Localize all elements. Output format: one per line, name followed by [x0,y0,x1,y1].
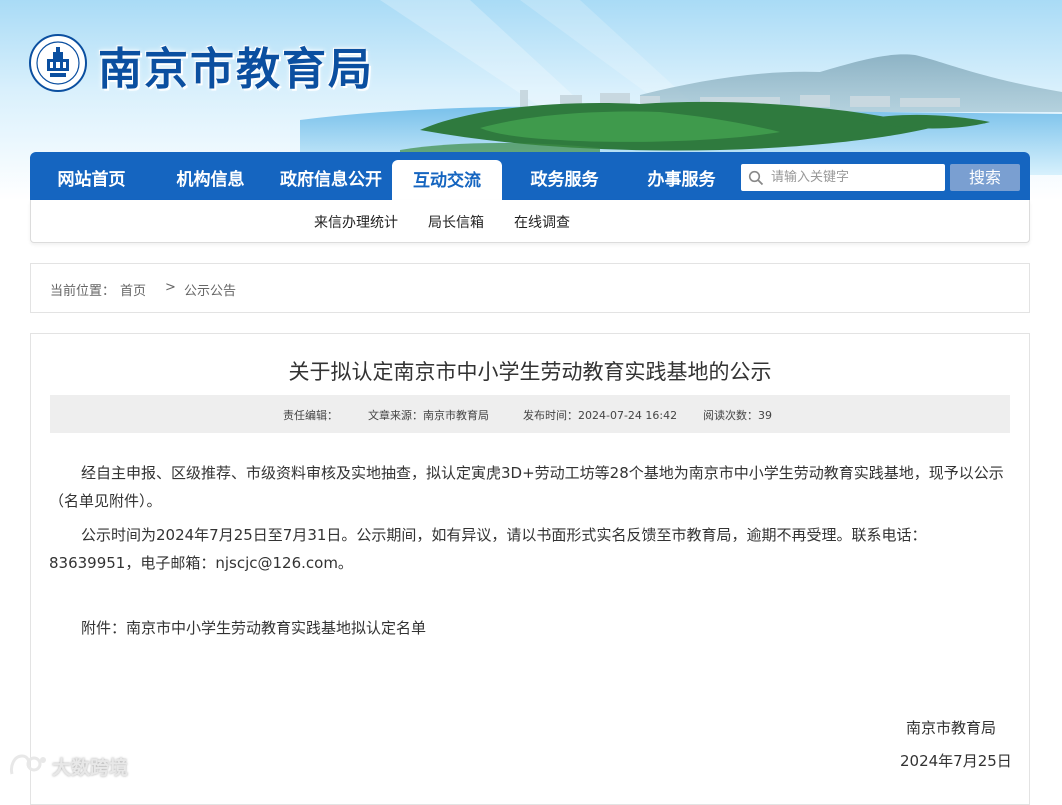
meta-editor: 责任编辑： [283,409,338,422]
nav-item-organization[interactable]: 机构信息 [153,152,268,200]
nav-item-home[interactable]: 网站首页 [30,152,153,200]
article-title: 关于拟认定南京市中小学生劳动教育实践基地的公示 [288,360,772,384]
main-navigation: 网站首页 机构信息 政府信息公开 互动交流 政务服务 办事服务 搜索 来信办理统… [30,152,1030,244]
nav-item-interaction[interactable]: 互动交流 [392,160,502,200]
nav-bar: 网站首页 机构信息 政府信息公开 互动交流 政务服务 办事服务 搜索 [30,152,1030,200]
subnav-item-letter-stats[interactable]: 来信办理统计 [314,212,398,232]
site-title: 南京市教育局 [98,44,374,95]
search-input[interactable] [771,164,941,191]
sub-navigation: 来信办理统计 局长信箱 在线调查 [30,200,1030,243]
article-panel: 关于拟认定南京市中小学生劳动教育实践基地的公示 责任编辑： 文章来源：南京市教育… [30,333,1030,805]
attachment-link[interactable]: 南京市中小学生劳动教育实践基地拟认定名单 [126,619,426,637]
meta-publish-time: 发布时间：2024-07-24 16:42 [523,409,678,422]
signature-date: 2024年7月25日 [900,752,1012,770]
search-box [741,164,945,191]
article-paragraph-1: 经自主申报、区级推荐、市级资料审核及实地抽查，拟认定寅虎3D+劳动工坊等28个基… [49,464,1004,510]
nav-item-affairs-services[interactable]: 办事服务 [623,152,740,200]
subnav-item-director-mailbox[interactable]: 局长信箱 [428,212,484,232]
breadcrumb: 当前位置： 首页 > 公示公告 [30,263,1030,313]
search-icon [748,170,764,186]
attachment-line: 附件：南京市中小学生劳动教育实践基地拟认定名单 [81,614,981,642]
breadcrumb-prefix: 当前位置： [50,284,116,299]
attachment-prefix: 附件： [81,619,127,637]
nav-item-gov-services[interactable]: 政务服务 [506,152,623,200]
signature-organization: 南京市教育局 [906,719,997,737]
watermark-text: 大数跨境 [52,757,129,779]
meta-view-count: 阅读次数：39 [703,409,772,422]
meta-source: 文章来源：南京市教育局 [368,409,489,422]
nav-item-gov-info[interactable]: 政府信息公开 [268,152,394,200]
education-bureau-logo [29,34,87,92]
breadcrumb-home-link[interactable]: 首页 [120,280,146,299]
article-paragraph-2: 公示时间为2024年7月25日至7月31日。公示期间，如有异议，请以书面形式实名… [49,526,927,572]
breadcrumb-separator: > [165,280,176,295]
breadcrumb-current[interactable]: 公示公告 [184,280,236,299]
watermark-logo-icon [10,754,46,775]
subnav-item-online-survey[interactable]: 在线调查 [514,212,570,232]
article-meta-bar: 责任编辑： 文章来源：南京市教育局 发布时间：2024-07-24 16:42 … [50,395,1010,433]
search-button[interactable]: 搜索 [950,164,1020,191]
